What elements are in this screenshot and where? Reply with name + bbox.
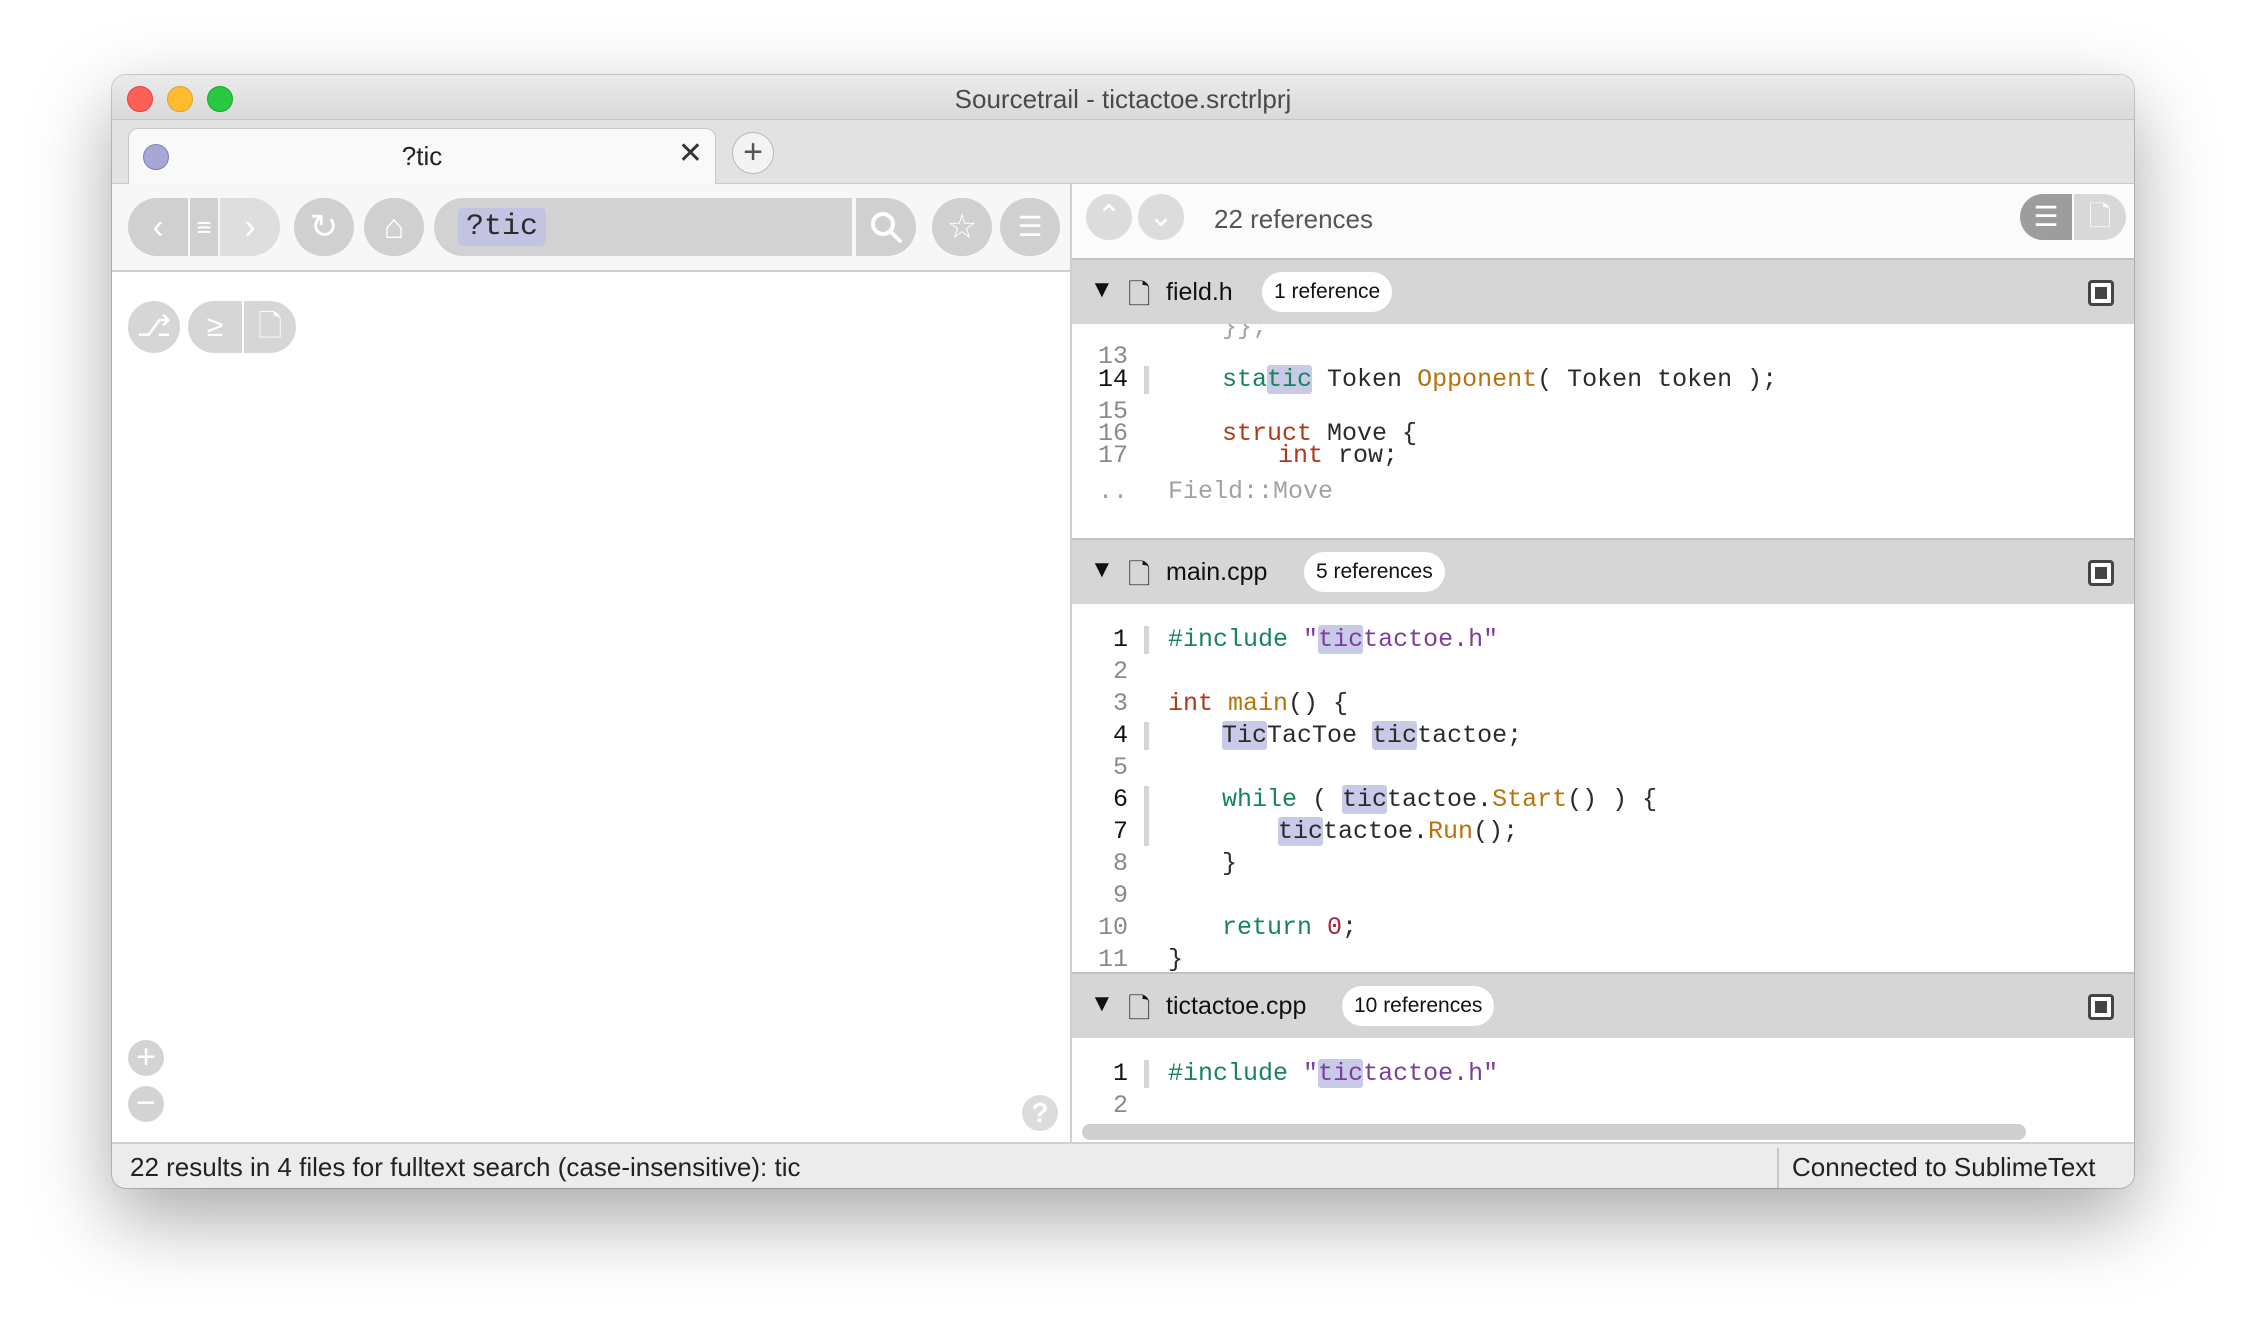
code-line: 9	[1112, 881, 1128, 910]
help-button[interactable]: ?	[1022, 1095, 1058, 1131]
code-line: 2	[1112, 1091, 1128, 1120]
reference-badge: 1 reference	[1262, 272, 1393, 312]
zoom-in-button[interactable]: +	[128, 1040, 164, 1076]
search-field[interactable]: ?tic	[434, 198, 852, 256]
zoom-out-button[interactable]: −	[128, 1086, 164, 1122]
code-line: 8}	[1112, 849, 1238, 878]
search-icon	[871, 212, 902, 243]
collapse-icon[interactable]: ▼	[1090, 990, 1114, 1018]
collapse-icon[interactable]: ▼	[1090, 276, 1114, 304]
title-bar: Sourcetrail - tictactoe.srctrlprj	[112, 75, 2134, 120]
maximize-icon[interactable]	[2088, 560, 2114, 586]
code-line: 17 int row;	[1097, 441, 1399, 470]
code-line: 5	[1112, 753, 1128, 782]
graph-view-button[interactable]: ⎇	[128, 301, 180, 353]
code-snippet-tictactoe-cpp: 1 #include "tictactoe.h" 2	[1072, 1038, 2134, 1128]
code-line[interactable]: 6 while ( tictactoe.Start() ) {	[1072, 784, 2134, 846]
file-header-tictactoe-cpp[interactable]: ▼ 🗋 tictactoe.cpp 10 references	[1072, 972, 2134, 1038]
snippet-context: .. Field::Move	[1072, 474, 2134, 514]
code-line[interactable]: 4 TicTacToe tictactoe;	[1072, 720, 2134, 752]
search-status-text: 22 results in 4 files for fulltext searc…	[130, 1152, 801, 1182]
home-button[interactable]: ⌂	[364, 198, 424, 256]
list-view-button[interactable]: ☰	[2020, 194, 2072, 240]
file-icon: 🗋	[1128, 559, 1151, 590]
graph-panel: ‹ ≡ › ↻ ⌂ ?tic ☆ ☰ ⎇ ≥ 🗋 + − ?	[112, 184, 1072, 1142]
terminal-view-button[interactable]: ≥	[188, 301, 242, 353]
code-line[interactable]: 1 #include "tictactoe.h"	[1072, 624, 2134, 656]
search-query-token: ?tic	[458, 208, 547, 246]
collapse-icon[interactable]: ▼	[1090, 556, 1114, 584]
reference-count: 22 references	[1214, 204, 1373, 234]
scrollbar-thumb[interactable]	[1082, 1124, 2026, 1140]
file-name[interactable]: field.h	[1166, 278, 1233, 307]
tab-search[interactable]: ?tic ✕	[128, 128, 716, 185]
status-divider	[1777, 1148, 1779, 1188]
file-name[interactable]: tictactoe.cpp	[1166, 992, 1306, 1021]
file-icon: 🗋	[1128, 993, 1151, 1024]
file-header-main-cpp[interactable]: ▼ 🗋 main.cpp 5 references	[1072, 538, 2134, 604]
bookmarks-menu-button[interactable]: ☰	[1000, 198, 1060, 256]
code-panel-header: ⌃ ⌄ 22 references ☰ 🗋	[1072, 184, 2134, 260]
ide-connection-status: Connected to SublimeText	[1792, 1152, 2096, 1182]
horizontal-scrollbar[interactable]	[1072, 1124, 2134, 1142]
bookmark-button[interactable]: ☆	[932, 198, 992, 256]
next-reference-button[interactable]: ⌄	[1138, 194, 1184, 240]
navigation-toolbar: ‹ ≡ › ↻ ⌂ ?tic ☆ ☰	[112, 184, 1070, 272]
window-title: Sourcetrail - tictactoe.srctrlprj	[954, 84, 1292, 114]
search-button[interactable]	[856, 198, 916, 256]
add-tab-button[interactable]: +	[732, 132, 774, 174]
code-line: 10 return 0;	[1097, 913, 1358, 942]
code-snippet-field-h: }}; 13 14 static Token Opponent( Token to…	[1072, 324, 2134, 474]
back-button[interactable]: ‹	[128, 198, 188, 256]
app-window: Sourcetrail - tictactoe.srctrlprj ?tic ✕…	[112, 75, 2134, 1188]
scope-label: Field::Move	[1168, 477, 1334, 506]
reference-badge: 10 references	[1342, 986, 1495, 1026]
file-name[interactable]: main.cpp	[1166, 558, 1267, 587]
code-snippet-main-cpp: 1 #include "tictactoe.h" 2 3 int main() { …	[1072, 604, 2134, 978]
tab-bar: ?tic ✕ +	[112, 120, 2134, 185]
code-line[interactable]: 14 static Token Opponent( Token token );	[1072, 364, 2134, 396]
reference-badge: 5 references	[1304, 552, 1445, 592]
single-file-view-button[interactable]: 🗋	[2074, 194, 2126, 240]
file-header-field-h[interactable]: ▼ 🗋 field.h 1 reference	[1072, 258, 2134, 324]
file-view-button[interactable]: 🗋	[244, 301, 296, 353]
history-button[interactable]: ≡	[190, 198, 218, 256]
code-line: 2	[1112, 657, 1128, 686]
code-line: 3 int main() {	[1112, 689, 1349, 718]
forward-button[interactable]: ›	[220, 198, 280, 256]
previous-reference-button[interactable]: ⌃	[1086, 194, 1132, 240]
maximize-icon[interactable]	[2088, 280, 2114, 306]
refresh-button[interactable]: ↻	[294, 198, 354, 256]
tab-title: ?tic	[401, 141, 443, 171]
file-icon: 🗋	[1128, 279, 1151, 310]
code-panel: ⌃ ⌄ 22 references ☰ 🗋 ▼ 🗋 field.h 1 refe…	[1072, 184, 2134, 1142]
close-tab-icon[interactable]: ✕	[678, 139, 703, 169]
maximize-icon[interactable]	[2088, 994, 2114, 1020]
code-line[interactable]: 7 tictactoe.Run();	[1072, 816, 2134, 848]
code-line[interactable]: 1 #include "tictactoe.h"	[1072, 1058, 2134, 1090]
status-bar: 22 results in 4 files for fulltext searc…	[112, 1142, 2134, 1188]
